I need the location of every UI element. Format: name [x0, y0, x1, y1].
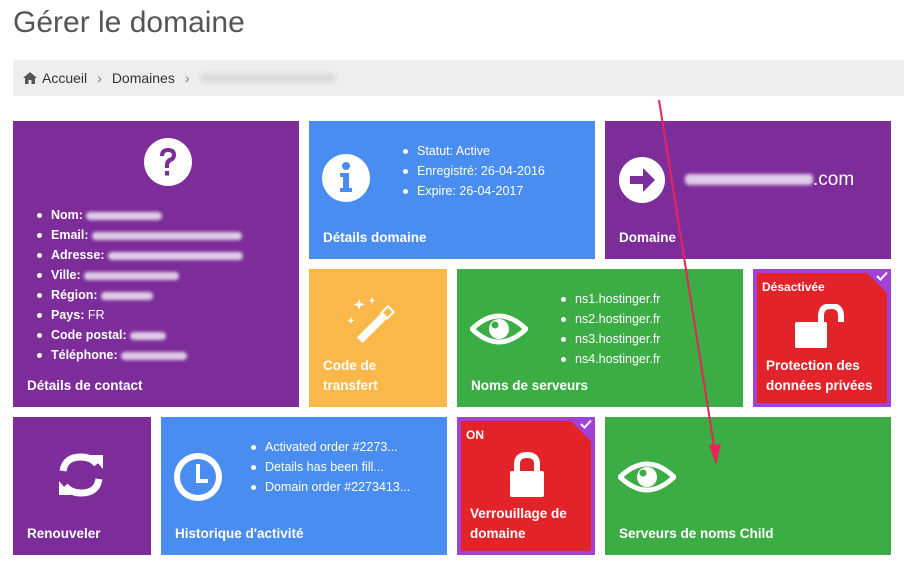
check-icon: [580, 419, 592, 429]
breadcrumb: Accueil › Domaines ›: [13, 60, 904, 96]
contact-field: Code postal:: [35, 325, 243, 345]
domain-status: Statut: Active: [401, 141, 545, 161]
activity-list: Activated order #2273... Details has bee…: [249, 437, 410, 497]
lock-icon: [510, 452, 544, 497]
home-icon: [23, 72, 37, 84]
domain-expires: Expire: 26-04-2017: [401, 181, 545, 201]
contact-field: Ville:: [35, 265, 243, 285]
tile-label: Domaine: [619, 230, 677, 245]
chevron-right-icon: ›: [97, 70, 102, 86]
info-icon: [322, 154, 370, 202]
tile-transfer-code[interactable]: Code de transfert: [309, 269, 447, 407]
tile-privacy-protection[interactable]: Désactivée Protection des données privée…: [753, 269, 891, 407]
tile-domain-details[interactable]: Statut: Active Enregistré: 26-04-2016 Ex…: [309, 121, 595, 259]
lock-status: ON: [466, 428, 484, 442]
tile-label: Détails de contact: [27, 378, 143, 393]
tile-label: Détails domaine: [323, 230, 427, 245]
contact-field: Nom:: [35, 205, 243, 225]
tile-contact-details[interactable]: Nom: Email: Adresse: Ville: Région: Pays…: [13, 121, 299, 407]
tile-activity-history[interactable]: Activated order #2273... Details has bee…: [161, 417, 447, 555]
nameserver-item: ns1.hostinger.fr: [559, 289, 660, 309]
chevron-right-icon: ›: [184, 70, 190, 86]
refresh-icon: [59, 453, 103, 497]
tile-domain-lock[interactable]: ON Verrouillage de domaine: [457, 417, 595, 555]
clock-icon: [174, 453, 222, 501]
domain-details-list: Statut: Active Enregistré: 26-04-2016 Ex…: [401, 141, 545, 201]
magic-wand-icon: [347, 297, 396, 344]
activity-item: Activated order #2273...: [249, 437, 410, 457]
arrow-right-circle-icon: [619, 157, 665, 203]
tile-label: Noms de serveurs: [471, 378, 589, 393]
tile-label: Historique d'activité: [175, 526, 304, 541]
tile-label: Verrouillage de domaine: [470, 506, 567, 541]
domain-registered: Enregistré: 26-04-2016: [401, 161, 545, 181]
tile-domain[interactable]: .com Domaine: [605, 121, 891, 259]
eye-icon: [470, 313, 528, 345]
nameserver-list: ns1.hostinger.fr ns2.hostinger.fr ns3.ho…: [559, 289, 660, 369]
tile-label: Code de transfert: [323, 358, 378, 393]
contact-field: Téléphone:: [35, 345, 243, 365]
breadcrumb-home-link[interactable]: Accueil: [42, 70, 87, 86]
unlock-icon: [795, 304, 844, 348]
tile-label: Renouveler: [27, 526, 101, 541]
contact-field: Adresse:: [35, 245, 243, 265]
breadcrumb-current-domain: [199, 73, 335, 83]
tile-renew[interactable]: Renouveler: [13, 417, 151, 555]
activity-item: Details has been fill...: [249, 457, 410, 477]
page-title: Gérer le domaine: [13, 6, 245, 39]
check-icon: [876, 271, 888, 281]
contact-fields: Nom: Email: Adresse: Ville: Région: Pays…: [35, 205, 243, 365]
breadcrumb-domains-link[interactable]: Domaines: [112, 70, 175, 86]
nameserver-item: ns2.hostinger.fr: [559, 309, 660, 329]
nameserver-item: ns4.hostinger.fr: [559, 349, 660, 369]
tile-child-nameservers[interactable]: Serveurs de noms Child: [605, 417, 891, 555]
tile-label: Protection des données privées: [766, 358, 873, 393]
contact-field: Email:: [35, 225, 243, 245]
tile-nameservers[interactable]: ns1.hostinger.fr ns2.hostinger.fr ns3.ho…: [457, 269, 743, 407]
privacy-status: Désactivée: [762, 280, 825, 294]
activity-item: Domain order #2273413...: [249, 477, 410, 497]
eye-icon: [618, 461, 676, 493]
domain-name: .com: [685, 169, 854, 191]
question-icon: [144, 138, 192, 186]
contact-field: Région:: [35, 285, 243, 305]
contact-field: Pays: FR: [35, 305, 243, 325]
tile-label: Serveurs de noms Child: [619, 526, 774, 541]
nameserver-item: ns3.hostinger.fr: [559, 329, 660, 349]
